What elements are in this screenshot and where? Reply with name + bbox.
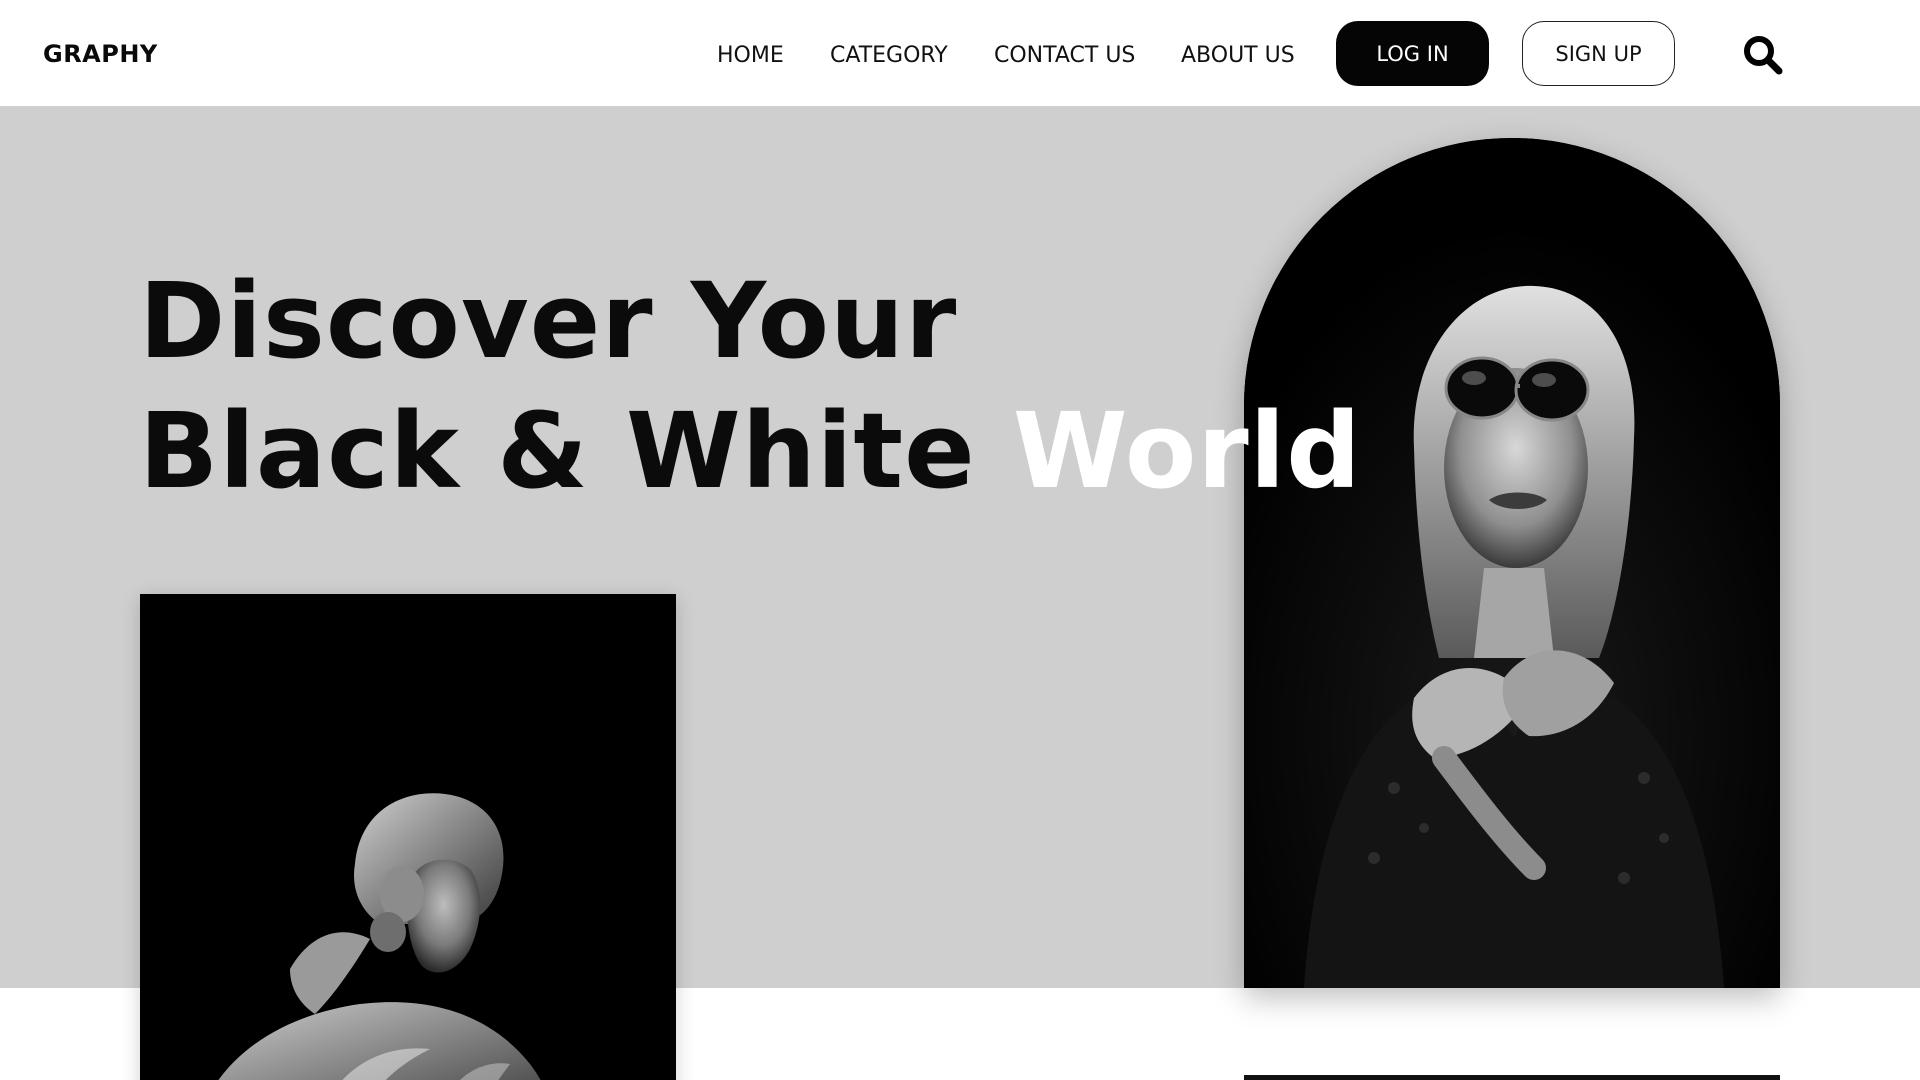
nav-contact-us[interactable]: CONTACT US xyxy=(994,43,1135,68)
headline-line-1: Discover Your xyxy=(139,260,958,382)
signup-button[interactable]: SIGN UP xyxy=(1522,21,1675,86)
login-button[interactable]: LOG IN xyxy=(1336,21,1489,86)
headline-line-2-text: Black & White xyxy=(139,390,976,512)
bottom-divider xyxy=(1244,1075,1780,1080)
headline-line-2: Black & White World xyxy=(139,386,1362,516)
top-navbar: GRAPHY HOME CATEGORY CONTACT US ABOUT US… xyxy=(0,0,1920,106)
statue-image xyxy=(140,594,676,1080)
brand-logo[interactable]: GRAPHY xyxy=(43,40,158,68)
statue-photo[interactable] xyxy=(140,594,676,1080)
nav-category[interactable]: CATEGORY xyxy=(830,43,948,68)
search-icon[interactable] xyxy=(1742,34,1784,76)
headline-accent-word: World xyxy=(1012,390,1362,512)
hero-headline: Discover Your Black & White World xyxy=(139,256,1362,516)
nav-home[interactable]: HOME xyxy=(717,43,784,68)
nav-about-us[interactable]: ABOUT US xyxy=(1181,43,1295,68)
